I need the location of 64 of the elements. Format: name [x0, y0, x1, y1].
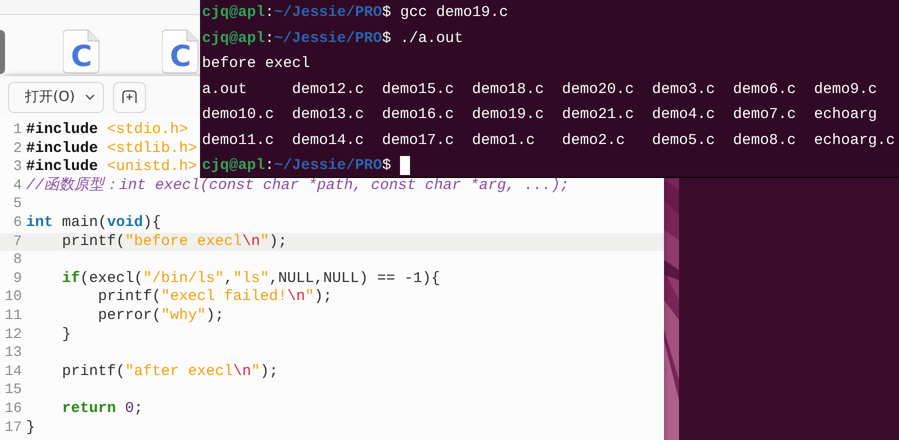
file-name: demo8.c: [733, 130, 796, 150]
file-name: demo14.c: [292, 130, 364, 150]
file-name: demo11.c: [202, 130, 274, 150]
line-number: 8: [12, 251, 23, 270]
line-number: 14: [4, 362, 23, 382]
file-name: demo1.c: [472, 130, 536, 150]
code-line: #include <unistd.h>: [26, 158, 198, 176]
file-name: echoarg: [814, 105, 878, 125]
file-name: demo3.c: [652, 80, 716, 100]
code-line: #include <stdio.h>: [26, 121, 188, 140]
new-tab-icon: [122, 90, 137, 104]
code-line: }: [26, 418, 36, 438]
line-number: 6: [12, 214, 23, 233]
line-number: 7: [12, 232, 23, 252]
c-file-icon[interactable]: C: [63, 29, 100, 74]
code-line: printf("execl failed!\n");: [97, 288, 332, 307]
code-line: }: [61, 326, 72, 344]
code-line: perror("why");: [97, 306, 224, 326]
new-tab-button[interactable]: [112, 82, 146, 112]
file-name: demo16.c: [382, 105, 454, 125]
file-name: demo15.c: [382, 80, 454, 100]
terminal-line: before execl: [202, 54, 310, 74]
line-number: 3: [12, 158, 23, 177]
file-name: demo9.c: [814, 80, 878, 100]
file-name: demo20.c: [562, 80, 634, 100]
file-name: demo6.c: [733, 80, 796, 100]
line-number: 4: [12, 176, 23, 196]
code-line: //函数原型：int execl(const char *path, const char *arg, ...);: [26, 176, 570, 196]
file-name: demo13.c: [292, 105, 364, 125]
file-name: demo4.c: [652, 105, 716, 125]
terminal-line: cjq@apl:~/Jessie/PRO$ gcc demo19.c: [202, 3, 508, 23]
line-number: 1: [12, 121, 23, 140]
file-name: demo10.c: [202, 105, 274, 125]
code-line: #include <stdlib.h>: [26, 140, 198, 158]
line-number: 5: [12, 195, 23, 214]
file-name: demo17.c: [382, 130, 454, 150]
code-line: printf("before execl\n");: [61, 232, 288, 252]
caret-icon: [84, 94, 95, 100]
c-file-icon[interactable]: C: [162, 29, 199, 74]
file-name: demo5.c: [652, 130, 716, 150]
file-name: demo21.c: [562, 105, 634, 125]
line-number: 9: [12, 270, 23, 288]
file-name: demo2.c: [562, 130, 626, 150]
line-number: 13: [4, 344, 23, 363]
terminal-line: cjq@apl:~/Jessie/PRO$ ./a.out: [202, 28, 464, 48]
code-line: return 0;: [61, 400, 144, 418]
line-number: 17: [4, 418, 23, 438]
file-name: demo19.c: [472, 105, 544, 125]
line-number: 2: [12, 140, 23, 158]
line-number: 16: [4, 400, 23, 418]
file-name: demo18.c: [472, 80, 544, 100]
line-number: 10: [4, 288, 23, 307]
file-name: demo7.c: [733, 105, 796, 125]
file-name: echoarg.c: [814, 130, 896, 150]
line-number: 12: [4, 326, 23, 344]
code-line: printf("after execl\n");: [61, 362, 278, 382]
line-number: 15: [4, 381, 23, 400]
code-line: if(execl("/bin/ls","ls",NULL,NULL) == -1){: [61, 270, 440, 288]
file-name: a.out: [202, 80, 248, 100]
terminal-line: cjq@apl:~/Jessie/PRO$: [202, 156, 392, 176]
open-button[interactable]: 打开(O): [8, 82, 104, 112]
line-number: 11: [4, 306, 23, 326]
code-line: int main(void){: [26, 214, 162, 233]
file-name: demo12.c: [292, 80, 364, 100]
